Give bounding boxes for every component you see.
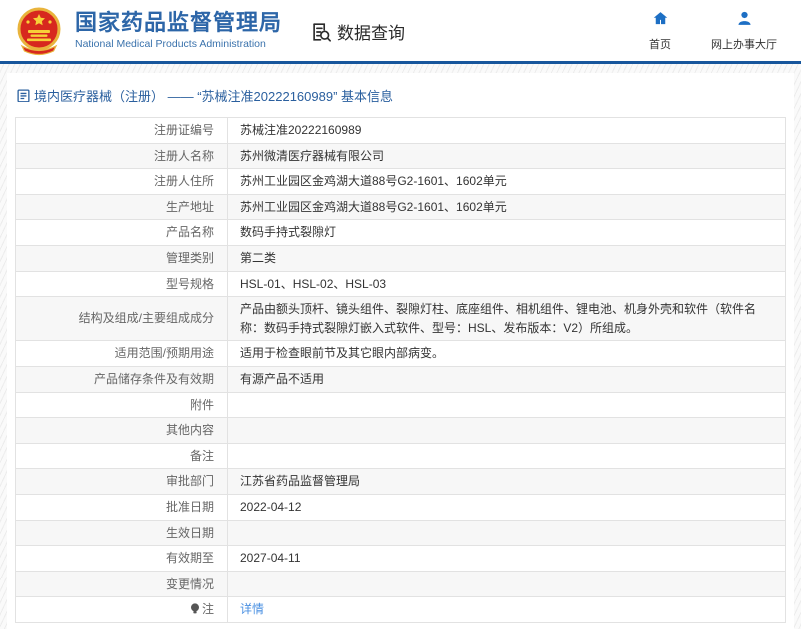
row-value: 数码手持式裂隙灯 xyxy=(227,219,786,246)
row-value xyxy=(227,442,786,470)
table-row: 生效日期 xyxy=(15,519,786,547)
row-value: 苏州工业园区金鸡湖大道88号G2-1601、1602单元 xyxy=(227,168,786,195)
row-value: 2027-04-11 xyxy=(227,545,786,572)
row-label: 适用范围/预期用途 xyxy=(15,340,228,367)
table-row: 变更情况 xyxy=(15,570,786,598)
row-label: 附件 xyxy=(15,391,228,419)
row-label: 结构及组成/主要组成成分 xyxy=(15,296,228,342)
row-label: 其他内容 xyxy=(15,417,228,444)
registration-info-table: 注册证编号 苏械注准20222160989 注册人名称 苏州微清医疗器械有限公司 注册人… xyxy=(15,117,786,623)
table-row: 注详情 xyxy=(15,596,786,623)
row-label: 产品储存条件及有效期 xyxy=(15,365,228,393)
header-nav: 首页 网上办事大厅 xyxy=(643,10,777,52)
table-row: 其他内容 xyxy=(15,417,786,444)
table-row: 生产地址 苏州工业园区金鸡湖大道88号G2-1601、1602单元 xyxy=(15,193,786,221)
user-icon xyxy=(736,10,753,32)
table-row: 备注 xyxy=(15,442,786,470)
table-row: 注册人住所 苏州工业园区金鸡湖大道88号G2-1601、1602单元 xyxy=(15,168,786,195)
row-label: 批准日期 xyxy=(15,493,228,521)
note-icon xyxy=(190,603,200,614)
site-header: 国家药品监督管理局 National Medical Products Admi… xyxy=(0,0,801,64)
table-row: 附件 xyxy=(15,391,786,419)
home-icon xyxy=(652,10,669,32)
nav-service-hall[interactable]: 网上办事大厅 xyxy=(711,10,777,52)
row-value xyxy=(227,391,786,419)
row-label: 有效期至 xyxy=(15,545,228,572)
row-label: 管理类别 xyxy=(15,244,228,272)
row-value: 有源产品不适用 xyxy=(227,365,786,393)
table-row: 适用范围/预期用途 适用于检查眼前节及其它眼内部病变。 xyxy=(15,340,786,367)
row-label: 注册证编号 xyxy=(15,117,228,144)
row-label: 型号规格 xyxy=(15,270,228,298)
row-label: 注 xyxy=(15,596,228,623)
data-query-title: 数据查询 xyxy=(337,24,406,43)
row-value xyxy=(227,417,786,444)
document-search-icon xyxy=(310,21,332,43)
row-label: 审批部门 xyxy=(15,468,228,495)
table-row: 批准日期 2022-04-12 xyxy=(15,493,786,521)
row-label: 备注 xyxy=(15,442,228,470)
table-row: 产品储存条件及有效期 有源产品不适用 xyxy=(15,365,786,393)
row-value: 苏州工业园区金鸡湖大道88号G2-1601、1602单元 xyxy=(227,193,786,221)
brand-text: 国家药品监督管理局 National Medical Products Admi… xyxy=(75,9,283,51)
row-value: 苏械注准20222160989 xyxy=(227,117,786,144)
row-label: 生产地址 xyxy=(15,193,228,221)
row-label: 产品名称 xyxy=(15,219,228,246)
table-row: 注册证编号 苏械注准20222160989 xyxy=(15,117,786,144)
table-row: 型号规格 HSL-01、HSL-02、HSL-03 xyxy=(15,270,786,298)
info-table-body: 注册证编号 苏械注准20222160989 注册人名称 苏州微清医疗器械有限公司 注册人… xyxy=(15,117,786,623)
table-row: 产品名称 数码手持式裂隙灯 xyxy=(15,219,786,246)
row-label: 变更情况 xyxy=(15,570,228,598)
table-row: 管理类别 第二类 xyxy=(15,244,786,272)
page-title: 境内医疗器械（注册） —— “苏械注准20222160989” 基本信息 xyxy=(15,73,786,117)
document-icon xyxy=(17,88,30,103)
row-label: 生效日期 xyxy=(15,519,228,547)
table-row: 审批部门 江苏省药品监督管理局 xyxy=(15,468,786,495)
nav-service-hall-label: 网上办事大厅 xyxy=(711,38,777,51)
row-value xyxy=(227,519,786,547)
site-title-en: National Medical Products Administration xyxy=(75,38,266,51)
site-title-zh: 国家药品监督管理局 xyxy=(75,9,283,35)
table-row: 有效期至 2027-04-11 xyxy=(15,545,786,572)
details-link[interactable]: 详情 xyxy=(240,602,264,616)
data-query-section[interactable]: 数据查询 xyxy=(310,19,405,44)
nav-home-label: 首页 xyxy=(649,38,671,51)
row-value: 第二类 xyxy=(227,244,786,272)
national-emblem-logo xyxy=(14,6,64,56)
row-value xyxy=(227,570,786,598)
row-value: HSL-01、HSL-02、HSL-03 xyxy=(227,270,786,298)
nav-home[interactable]: 首页 xyxy=(643,10,677,52)
row-value: 2022-04-12 xyxy=(227,493,786,521)
row-value: 详情 xyxy=(227,596,786,623)
row-value: 苏州微清医疗器械有限公司 xyxy=(227,142,786,170)
table-row: 注册人名称 苏州微清医疗器械有限公司 xyxy=(15,142,786,170)
site-brand[interactable]: 国家药品监督管理局 National Medical Products Admi… xyxy=(14,6,282,56)
row-value: 江苏省药品监督管理局 xyxy=(227,468,786,495)
table-row: 结构及组成/主要组成成分 产品由额头顶杆、镜头组件、裂隙灯柱、底座组件、相机组件、… xyxy=(15,296,786,342)
content-card: 境内医疗器械（注册） —— “苏械注准20222160989” 基本信息 注册证… xyxy=(7,73,794,629)
row-value: 产品由额头顶杆、镜头组件、裂隙灯柱、底座组件、相机组件、锂电池、机身外壳和软件（… xyxy=(227,296,786,342)
page-title-text: 境内医疗器械（注册） —— “苏械注准20222160989” 基本信息 xyxy=(34,89,394,104)
row-label: 注册人住所 xyxy=(15,168,228,195)
row-label: 注册人名称 xyxy=(15,142,228,170)
row-value: 适用于检查眼前节及其它眼内部病变。 xyxy=(227,340,786,367)
